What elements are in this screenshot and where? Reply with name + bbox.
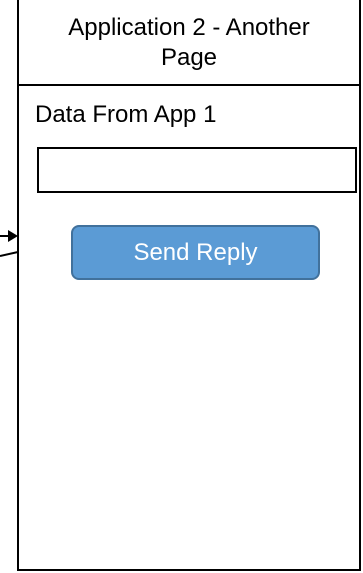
page-title: Application 2 - Another Page — [68, 14, 310, 71]
data-from-app1-label: Data From App 1 — [35, 101, 217, 128]
title-bar: Application 2 - Another Page — [19, 0, 359, 86]
incoming-arrow-icon — [0, 230, 19, 257]
app2-window-frame: Application 2 - Another Page Data From A… — [17, 0, 361, 571]
data-from-app1-input[interactable] — [37, 147, 357, 193]
send-reply-button[interactable]: Send Reply — [71, 225, 320, 280]
